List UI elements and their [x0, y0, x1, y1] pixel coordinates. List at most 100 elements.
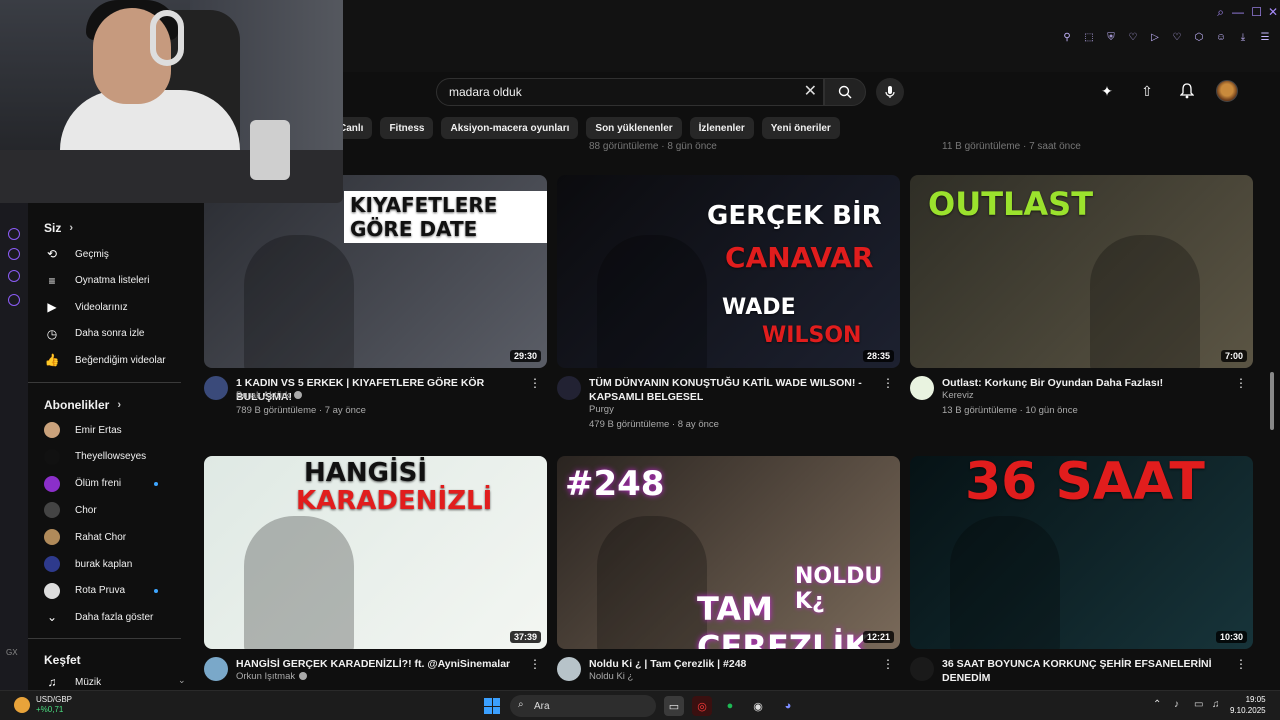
more-options-icon[interactable]: ⋮: [1235, 376, 1247, 390]
video-card[interactable]: KIYAFETLERE GÖRE DATE 29:30 1 KADIN VS 5 E…: [204, 175, 547, 438]
file-explorer-icon[interactable]: ▭: [664, 696, 684, 716]
snapshot-icon[interactable]: ⬚: [1082, 30, 1096, 44]
sidebar-item[interactable]: ◷ Daha sonra izle: [28, 321, 188, 347]
channel-name[interactable]: Kereviz: [942, 390, 974, 401]
subscription-item[interactable]: Emir Ertas: [28, 417, 188, 443]
microphone-icon[interactable]: ♪: [1174, 699, 1179, 710]
sidebar-item[interactable]: ♫ Müzik: [28, 669, 188, 690]
channel-name[interactable]: Orkun Işıtmak: [236, 671, 308, 682]
channel-name[interactable]: Purgy: [589, 404, 614, 415]
opera-gx-icon[interactable]: ◎: [692, 696, 712, 716]
channel-name[interactable]: Burak Aktürk: [236, 390, 302, 401]
video-thumbnail[interactable]: OUTLAST 7:00: [910, 175, 1253, 368]
time: 19:05: [1245, 695, 1266, 704]
subscription-item[interactable]: Rota Pruva: [28, 578, 188, 604]
channel-avatar[interactable]: [557, 657, 581, 681]
video-card[interactable]: 36 SAAT 10:30 36 SAAT BOYUNCA KORKUNÇ ŞEHİ…: [910, 456, 1253, 719]
account-icon[interactable]: ☺: [1214, 30, 1228, 44]
more-options-icon[interactable]: ⋮: [529, 376, 541, 390]
video-card[interactable]: GERÇEK BİR CANAVAR WADE WILSON 28:35 TÜM DÜNY…: [557, 175, 900, 438]
video-thumbnail[interactable]: HANGİSİ KARADENİZLİ 37:39: [204, 456, 547, 649]
video-title[interactable]: TÜM DÜNYANIN KONUŞTUĞU KATİL WADE WILSON…: [589, 376, 879, 404]
sidebar-app-icon[interactable]: [8, 270, 20, 282]
volume-icon[interactable]: ♫: [1212, 699, 1220, 710]
filter-chip[interactable]: Fitness: [380, 117, 434, 139]
video-title[interactable]: Outlast: Korkunç Bir Oyundan Daha Fazlas…: [942, 376, 1232, 390]
minimize-icon[interactable]: —: [1232, 5, 1244, 19]
clear-search-icon[interactable]: ✕: [804, 81, 817, 101]
video-thumbnail[interactable]: 36 SAAT 10:30: [910, 456, 1253, 649]
discord-icon[interactable]: ◕: [778, 696, 798, 716]
windows-start-button[interactable]: [484, 698, 500, 714]
notifications-icon[interactable]: [1176, 80, 1198, 102]
video-thumbnail[interactable]: KIYAFETLERE GÖRE DATE 29:30: [204, 175, 547, 368]
scroll-down-icon[interactable]: ⌄: [178, 675, 186, 686]
you-section-title[interactable]: Siz ›: [44, 221, 73, 235]
video-title[interactable]: 36 SAAT BOYUNCA KORKUNÇ ŞEHİR EFSANELERİ…: [942, 657, 1232, 685]
heart-icon[interactable]: ♡: [1126, 30, 1140, 44]
channel-avatar[interactable]: [910, 376, 934, 400]
show-more-button[interactable]: ⌄ Daha fazla göster: [28, 604, 188, 630]
sidebar-item[interactable]: ▶ Videolarınız: [28, 294, 188, 320]
spotify-icon[interactable]: ●: [720, 696, 740, 716]
display-icon[interactable]: ▭: [1194, 699, 1203, 710]
clock[interactable]: 19:05 9.10.2025: [1230, 694, 1266, 716]
extensions-icon[interactable]: ⬡: [1192, 30, 1206, 44]
more-options-icon[interactable]: ⋮: [1235, 657, 1247, 671]
sidebar-app-icon[interactable]: [8, 248, 20, 260]
channel-avatar[interactable]: [204, 376, 228, 400]
close-icon[interactable]: ✕: [1268, 5, 1278, 19]
video-thumbnail[interactable]: GERÇEK BİR CANAVAR WADE WILSON 28:35: [557, 175, 900, 368]
video-thumbnail[interactable]: #248 NOLDU K¿ TAM ÇEREZLİK 12:21: [557, 456, 900, 649]
maximize-icon[interactable]: ☐: [1251, 5, 1262, 19]
video-card[interactable]: HANGİSİ KARADENİZLİ 37:39 HANGİSİ GERÇEK KA…: [204, 456, 547, 719]
channel-name[interactable]: Noldu Ki ¿: [589, 671, 633, 682]
subscription-item[interactable]: Theyellowseyes: [28, 444, 188, 470]
voice-search-button[interactable]: [876, 78, 904, 106]
channel-avatar: [44, 502, 60, 519]
sidebar-item[interactable]: ≡ Oynatma listeleri: [28, 268, 188, 294]
search-icon[interactable]: ⌕: [1217, 5, 1224, 20]
play-icon[interactable]: ▷: [1148, 30, 1162, 44]
subscription-item[interactable]: burak kaplan: [28, 551, 188, 577]
gemini-sparkle-icon[interactable]: ✦: [1096, 80, 1118, 102]
subscription-item[interactable]: Chor: [28, 497, 188, 523]
account-avatar[interactable]: [1216, 80, 1238, 102]
settings-icon[interactable]: [8, 294, 20, 306]
sidebar-item[interactable]: 👍 Beğendiğim videolar: [28, 347, 188, 373]
menu-icon[interactable]: ☰: [1258, 30, 1272, 44]
download-icon[interactable]: ⤓: [1236, 30, 1250, 44]
favorite-icon[interactable]: ♡: [1170, 30, 1184, 44]
filter-chip[interactable]: Aksiyon-macera oyunları: [441, 117, 579, 139]
more-options-icon[interactable]: ⋮: [882, 376, 894, 390]
search-button[interactable]: [824, 78, 866, 106]
more-options-icon[interactable]: ⋮: [529, 657, 541, 671]
video-card[interactable]: #248 NOLDU K¿ TAM ÇEREZLİK 12:21 Noldu Ki ¿ …: [557, 456, 900, 719]
filter-chip[interactable]: Yeni öneriler: [761, 117, 840, 139]
channel-avatar[interactable]: [910, 657, 934, 681]
video-card[interactable]: OUTLAST 7:00 Outlast: Korkunç Bir Oyundan …: [910, 175, 1253, 438]
search-input[interactable]: madara olduk ✕: [436, 78, 824, 106]
subscription-item[interactable]: Ölüm freni: [28, 471, 188, 497]
subscription-item[interactable]: Rahat Chor: [28, 524, 188, 550]
page-scrollbar[interactable]: [1270, 372, 1274, 430]
market-widget[interactable]: USD/GBP +%0,71: [14, 695, 72, 715]
taskbar-search[interactable]: ⌕ Ara: [510, 695, 656, 717]
sidebar-item[interactable]: ⟲ Geçmiş: [28, 241, 188, 267]
upload-icon[interactable]: ⇧: [1136, 80, 1158, 102]
video-title[interactable]: Noldu Ki ¿ | Tam Çerezlik | #248: [589, 657, 879, 671]
sidebar-app-icon[interactable]: [8, 228, 20, 240]
thumbnail-figure: [597, 516, 707, 649]
filter-chip[interactable]: İzlenenler: [689, 117, 754, 139]
header-actions: ✦ ⇧: [1096, 80, 1238, 102]
chevron-up-icon[interactable]: ⌃: [1153, 699, 1161, 710]
more-options-icon[interactable]: ⋮: [882, 657, 894, 671]
video-title[interactable]: HANGİSİ GERÇEK KARADENİZLİ?! ft. @AyniSi…: [236, 657, 526, 671]
shield-icon[interactable]: ⛨: [1104, 30, 1118, 44]
subscriptions-section-title[interactable]: Abonelikler ›: [44, 398, 121, 412]
channel-avatar[interactable]: [204, 657, 228, 681]
pin-icon[interactable]: ⚲: [1060, 30, 1074, 44]
steam-icon[interactable]: ◉: [748, 696, 768, 716]
filter-chip[interactable]: Son yüklenenler: [586, 117, 682, 139]
channel-avatar[interactable]: [557, 376, 581, 400]
